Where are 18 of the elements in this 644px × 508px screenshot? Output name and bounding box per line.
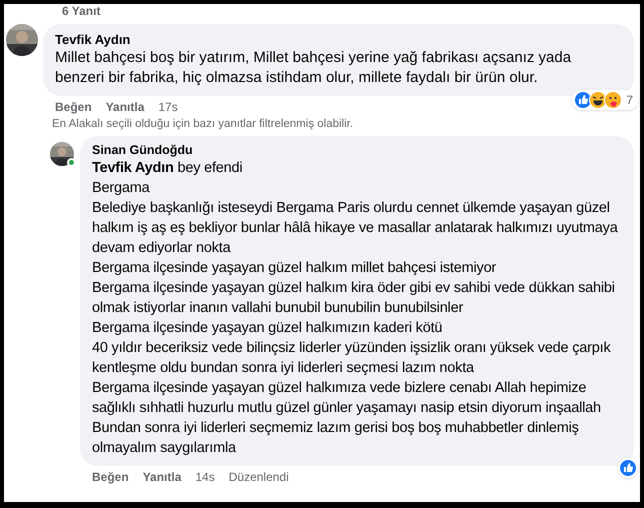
action-link[interactable]: Yanıtla	[142, 469, 182, 485]
hugging-reaction-icon	[604, 91, 622, 109]
author-name[interactable]: Sinan Gündoğdu	[92, 142, 626, 158]
timestamp[interactable]: 17s	[158, 99, 178, 115]
replies-link[interactable]: 6 Yanıt	[62, 4, 100, 18]
edited-label: Düzenlendi	[228, 469, 289, 485]
reaction-summary[interactable]: 7	[572, 90, 638, 110]
mention-link[interactable]: Tevfik Aydın	[92, 160, 174, 176]
timestamp[interactable]: 14s	[195, 469, 215, 485]
action-link[interactable]: Yanıtla	[106, 99, 144, 115]
like-reaction-icon	[619, 459, 637, 477]
comment-text: Millet bahçesi boş bir yatırım, Millet bahçesi yerine yağ fabrikası açsanız yada benzeri bir fabrika, hiç olmazsa istihdam olur, millete faydalı bir ürün olur.	[55, 48, 572, 88]
reply-text: Tevfik Aydın bey efendi Bergama Belediye başkanlığı isteseydi Bergama Paris olurdu cennet ülkemde yaşayan güzel halkım iş aş eş bekliyor bunlar hâlâ hikaye ve masallar anlatarak halkımızı uyutmaya devam ediyorlar nokta Bergama ilçesinde yaşayan güzel halkım millet bahçesi istemiyor Bergama ilçesinde yaşayan güzel halkım kira öder gibi ev sahibi vede dükkan sahibi olmak istiyorlar inanın vallahi bunubil bunubilin bunubilsinler Bergama ilçesinde yaşayan güzel halkımızın kaderi kötü 40 yıldır beceriksiz vede bilinçsiz liderler yüzünden işsizlik oranı yüksek vede çarpık kentleşme oldu bundan sonra iyi liderleri seçmesi lazım nokta Bergama ilçesinde yaşayan güzel halkımıza vede bizlere cenabı Allah hepimize sağlıklı sıhhatli huzurlu mutlu güzel günler yaşamayı nasip etsin diyorum inşaallah Bundan sonra iyi liderleri seçmemiz lazım gerisi boş boş muhabbetler dinlemiş olmayalım saygılarımla	[92, 159, 619, 458]
author-name[interactable]: Tevfik Aydın	[55, 31, 622, 48]
action-link[interactable]: Beğen	[92, 469, 129, 485]
reaction-count: 7	[626, 92, 633, 109]
filter-note: En Alakalı seçili olduğu için bazı yanıtlar filtrelenmiş olabilir.	[51, 117, 354, 132]
action-link[interactable]: Beğen	[55, 99, 92, 115]
